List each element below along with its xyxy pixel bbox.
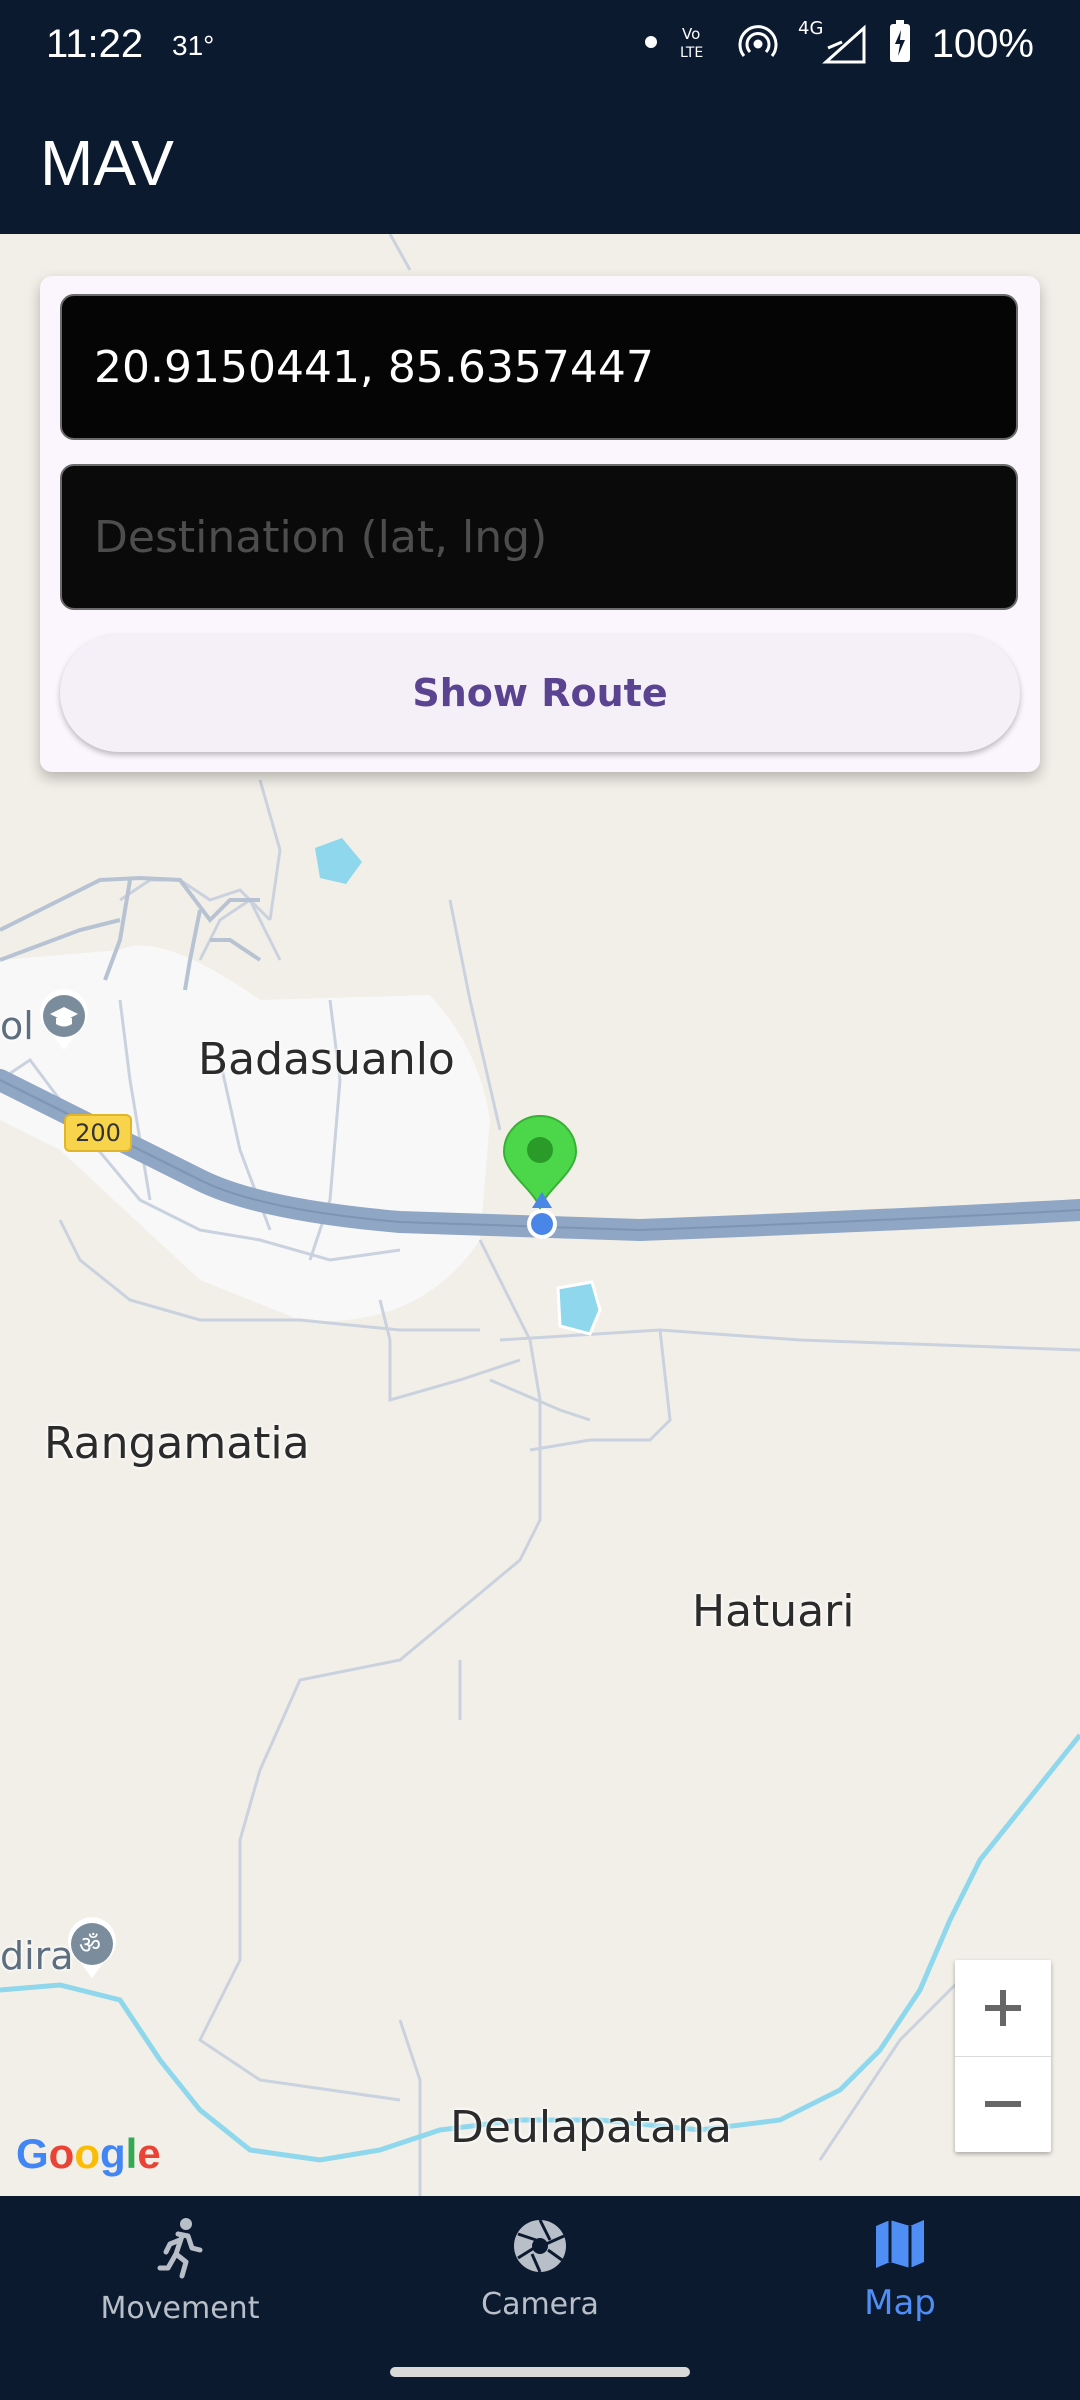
poi-label-temple: dira bbox=[0, 1934, 74, 1978]
poi-label-school: ol bbox=[0, 1004, 34, 1048]
status-temperature: 31° bbox=[172, 30, 215, 61]
google-attribution: Google bbox=[16, 2130, 161, 2177]
origin-input[interactable] bbox=[92, 340, 996, 394]
place-label-badasuanlo: Badasuanlo bbox=[198, 1034, 455, 1085]
zoom-in-button[interactable] bbox=[955, 1960, 1051, 2057]
app-bar: MAV bbox=[0, 96, 1080, 234]
volte-icon: Vo LTE bbox=[678, 22, 718, 67]
status-time: 11:22 bbox=[46, 22, 144, 66]
place-label-deulapatana: Deulapatana bbox=[450, 2102, 732, 2153]
status-bar: 11:22 31° Vo LTE 4G 100% bbox=[0, 0, 1080, 96]
signal-icon: 4G bbox=[798, 18, 868, 71]
nav-item-camera[interactable]: Camera bbox=[390, 2216, 690, 2322]
place-label-hatuari: Hatuari bbox=[692, 1586, 855, 1637]
svg-text:Vo: Vo bbox=[682, 25, 700, 43]
hotspot-icon bbox=[738, 22, 778, 67]
pond bbox=[556, 1280, 602, 1336]
dot-icon bbox=[644, 35, 658, 54]
status-icons: Vo LTE 4G 100% bbox=[644, 18, 1034, 71]
svg-text:ॐ: ॐ bbox=[79, 1931, 101, 1959]
road-shield: 200 bbox=[64, 1114, 132, 1152]
minus-icon bbox=[985, 2101, 1021, 2107]
zoom-out-button[interactable] bbox=[955, 2056, 1051, 2152]
nav-label-camera: Camera bbox=[481, 2287, 599, 2322]
nav-label-movement: Movement bbox=[100, 2291, 260, 2326]
map-icon bbox=[876, 2220, 924, 2268]
destination-field[interactable] bbox=[60, 464, 1018, 610]
nav-item-movement[interactable]: Movement bbox=[30, 2216, 330, 2326]
destination-input[interactable] bbox=[92, 510, 996, 564]
route-form-card: Show Route bbox=[40, 276, 1040, 772]
nav-label-map: Map bbox=[864, 2283, 936, 2323]
pond bbox=[315, 838, 362, 884]
plus-icon bbox=[985, 1990, 1021, 2026]
battery-icon bbox=[888, 20, 912, 69]
svg-text:LTE: LTE bbox=[680, 45, 703, 61]
zoom-control bbox=[955, 1960, 1051, 2152]
show-route-button[interactable]: Show Route bbox=[60, 634, 1020, 752]
camera-shutter-icon bbox=[514, 2219, 566, 2273]
nav-item-map[interactable]: Map bbox=[750, 2216, 1050, 2323]
river bbox=[0, 1733, 1080, 2163]
app-title: MAV bbox=[40, 127, 174, 199]
place-label-rangamatia: Rangamatia bbox=[44, 1418, 310, 1469]
battery-percent: 100% bbox=[931, 22, 1034, 66]
running-person-icon bbox=[157, 2218, 203, 2279]
origin-field[interactable] bbox=[60, 294, 1018, 440]
home-indicator[interactable] bbox=[390, 2367, 690, 2377]
network-type: 4G bbox=[798, 18, 823, 39]
